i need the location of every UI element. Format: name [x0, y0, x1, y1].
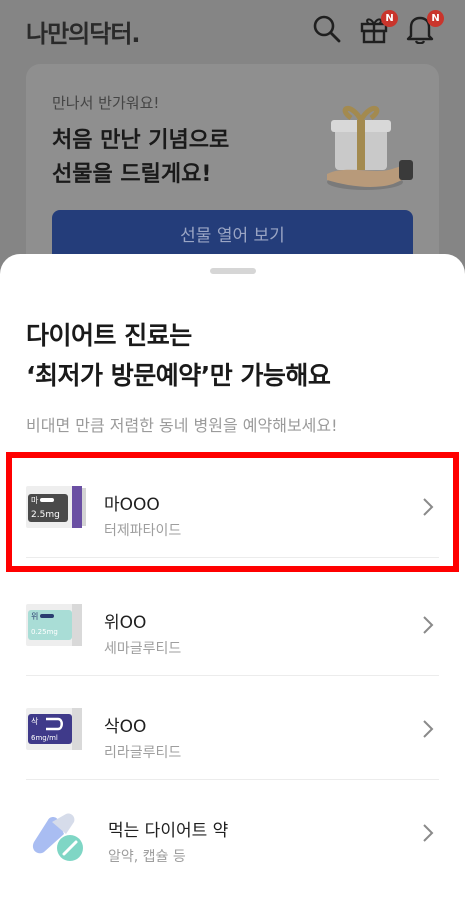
chevron-right-icon [421, 718, 435, 740]
med-desc: 알약, 캡슐 등 [108, 849, 186, 865]
pen-dose: 2.5mg [31, 510, 60, 520]
med-name: 마OOO [104, 495, 160, 515]
sheet-title-line1: 다이어트 진료는 [26, 321, 192, 350]
med-item-4[interactable]: 먹는 다이어트 약 알약, 캡슐 등 [0, 780, 465, 884]
promo-subtitle: 만나서 반가워요! [52, 94, 160, 112]
pen-label: 위 [31, 612, 38, 621]
med-name: 먹는 다이어트 약 [108, 821, 229, 841]
sheet-subtitle: 비대면 만큼 저렴한 동네 병원을 예약해보세요! [26, 416, 338, 435]
bottom-sheet: 다이어트 진료는 ‘최저가 방문예약’만 가능해요 비대면 만큼 저렴한 동네 … [0, 254, 465, 911]
pill-icon [26, 812, 88, 861]
injection-pen-icon: 마 2.5mg [26, 486, 88, 528]
gift-badge: N [381, 10, 398, 27]
gift-hand-illustration [317, 94, 417, 194]
search-icon[interactable] [312, 14, 342, 44]
bell-icon[interactable]: N [406, 10, 444, 45]
gift-icon[interactable]: N [360, 10, 398, 44]
pen-dose: 6mg/ml [31, 734, 58, 742]
app-logo: 나만의닥터. [26, 20, 141, 48]
promo-title-line2: 선물을 드릴게요! [52, 162, 212, 187]
sheet-title-line2: ‘최저가 방문예약’만 가능해요 [26, 361, 331, 390]
pen-label: 마 [31, 496, 39, 505]
app-header: 나만의닥터. N N [0, 0, 465, 60]
med-item-2[interactable]: 위 0.25mg 위OO 세마글루티드 [0, 572, 465, 676]
pen-label: 삭 [31, 716, 39, 726]
med-item-3[interactable]: 삭 6mg/ml 삭OO 리라글루티드 [0, 676, 465, 780]
chevron-right-icon [421, 496, 435, 518]
divider [26, 557, 439, 558]
med-desc: 세마글루티드 [104, 641, 182, 657]
med-name: 위OO [104, 613, 147, 633]
med-desc: 리라글루티드 [104, 745, 182, 761]
chevron-right-icon [421, 614, 435, 636]
bell-badge: N [427, 10, 444, 27]
chevron-right-icon [421, 822, 435, 844]
promo-title-line1: 처음 만난 기념으로 [52, 128, 230, 153]
sheet-title: 다이어트 진료는 ‘최저가 방문예약’만 가능해요 [26, 316, 331, 396]
promo-title: 처음 만난 기념으로 선물을 드릴게요! [52, 124, 229, 192]
pen-dose: 0.25mg [31, 628, 58, 636]
med-desc: 터제파타이드 [104, 523, 182, 539]
med-name: 삭OO [104, 717, 147, 737]
med-item-1[interactable]: 마 2.5mg 마OOO 터제파타이드 [0, 454, 465, 558]
sheet-drag-handle[interactable] [210, 268, 256, 274]
injection-pen-icon: 위 0.25mg [26, 604, 88, 646]
injection-pen-icon: 삭 6mg/ml [26, 708, 88, 750]
